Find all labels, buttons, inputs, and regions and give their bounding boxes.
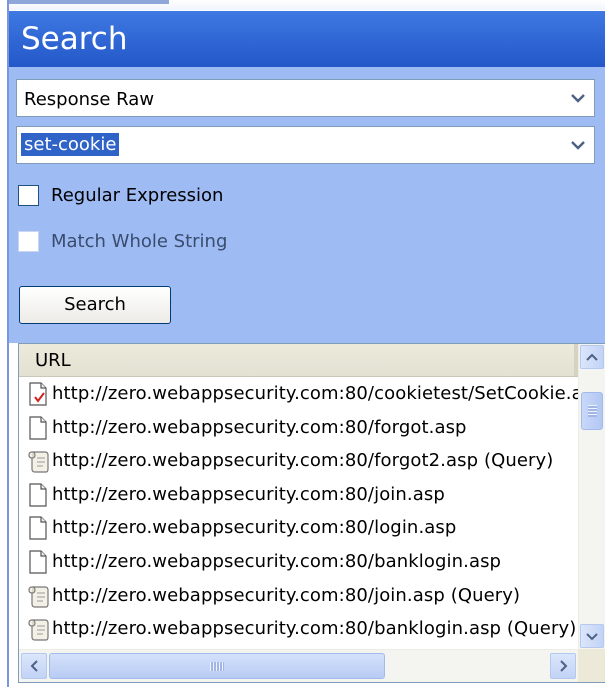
result-url: http://zero.webappsecurity.com:80/forgot… bbox=[52, 416, 467, 438]
list-item[interactable]: http://zero.webappsecurity.com:80/join.a… bbox=[19, 579, 578, 613]
list-item[interactable]: http://zero.webappsecurity.com:80/forgot… bbox=[19, 444, 578, 478]
query-scroll-icon bbox=[27, 584, 49, 608]
whole-string-label: Match Whole String bbox=[51, 231, 228, 252]
query-scroll-icon bbox=[27, 617, 49, 641]
column-header-url[interactable]: URL bbox=[19, 344, 578, 377]
scope-dropdown[interactable]: Response Raw bbox=[16, 79, 595, 117]
list-item[interactable]: http://zero.webappsecurity.com:80/join.a… bbox=[19, 478, 578, 512]
result-url: http://zero.webappsecurity.com:80/join.a… bbox=[52, 584, 521, 606]
regex-label: Regular Expression bbox=[51, 185, 224, 206]
list-item[interactable]: http://zero.webappsecurity.com:80/login.… bbox=[19, 511, 578, 545]
tab-strip bbox=[9, 0, 605, 10]
scroll-up-button[interactable] bbox=[580, 345, 604, 369]
search-button[interactable]: Search bbox=[19, 286, 171, 324]
scope-value: Response Raw bbox=[24, 89, 155, 110]
page-icon bbox=[27, 550, 49, 574]
search-term-combobox[interactable]: set-cookie bbox=[16, 126, 595, 164]
results-rows: http://zero.webappsecurity.com:80/cookie… bbox=[19, 377, 578, 648]
scroll-left-button[interactable] bbox=[21, 653, 47, 679]
chevron-down-icon[interactable] bbox=[563, 81, 593, 115]
query-scroll-icon bbox=[27, 449, 49, 473]
result-url: http://zero.webappsecurity.com:80/join.a… bbox=[52, 483, 445, 505]
page-icon bbox=[27, 483, 49, 507]
panel-title: Search bbox=[21, 21, 128, 57]
scroll-down-button[interactable] bbox=[580, 624, 604, 648]
results-list: URL http://zero.webappsecurity.com:80/co… bbox=[18, 343, 605, 683]
column-header-label: URL bbox=[35, 350, 71, 371]
list-item[interactable]: http://zero.webappsecurity.com:80/forgot… bbox=[19, 411, 578, 445]
search-term-value[interactable]: set-cookie bbox=[21, 133, 120, 156]
chevron-down-icon[interactable] bbox=[563, 128, 593, 162]
result-url: http://zero.webappsecurity.com:80/forgot… bbox=[52, 450, 554, 472]
horizontal-scrollbar[interactable] bbox=[19, 649, 605, 682]
search-panel: Search Response Raw set-cookie Regular E… bbox=[7, 0, 605, 687]
vertical-scroll-thumb[interactable] bbox=[581, 392, 603, 430]
page-icon bbox=[27, 516, 49, 540]
regex-checkbox[interactable] bbox=[18, 185, 39, 206]
whole-string-checkbox[interactable] bbox=[18, 231, 39, 252]
scroll-right-button[interactable] bbox=[550, 653, 576, 679]
scrollbar-corner bbox=[578, 649, 605, 682]
list-item[interactable]: http://zero.webappsecurity.com:80/banklo… bbox=[19, 545, 578, 579]
list-item[interactable]: http://zero.webappsecurity.com:80/banklo… bbox=[19, 612, 578, 646]
result-url: http://zero.webappsecurity.com:80/banklo… bbox=[52, 550, 502, 572]
list-item[interactable]: http://zero.webappsecurity.com:80/cookie… bbox=[19, 377, 578, 411]
result-url: http://zero.webappsecurity.com:80/login.… bbox=[52, 517, 457, 539]
result-url: http://zero.webappsecurity.com:80/cookie… bbox=[52, 383, 578, 404]
horizontal-scroll-thumb[interactable] bbox=[49, 653, 385, 679]
panel-header: Search bbox=[9, 11, 605, 67]
page-icon bbox=[27, 415, 49, 440]
page-cookie-icon bbox=[27, 382, 49, 406]
vertical-scrollbar[interactable] bbox=[578, 344, 605, 649]
result-url: http://zero.webappsecurity.com:80/banklo… bbox=[52, 618, 577, 640]
